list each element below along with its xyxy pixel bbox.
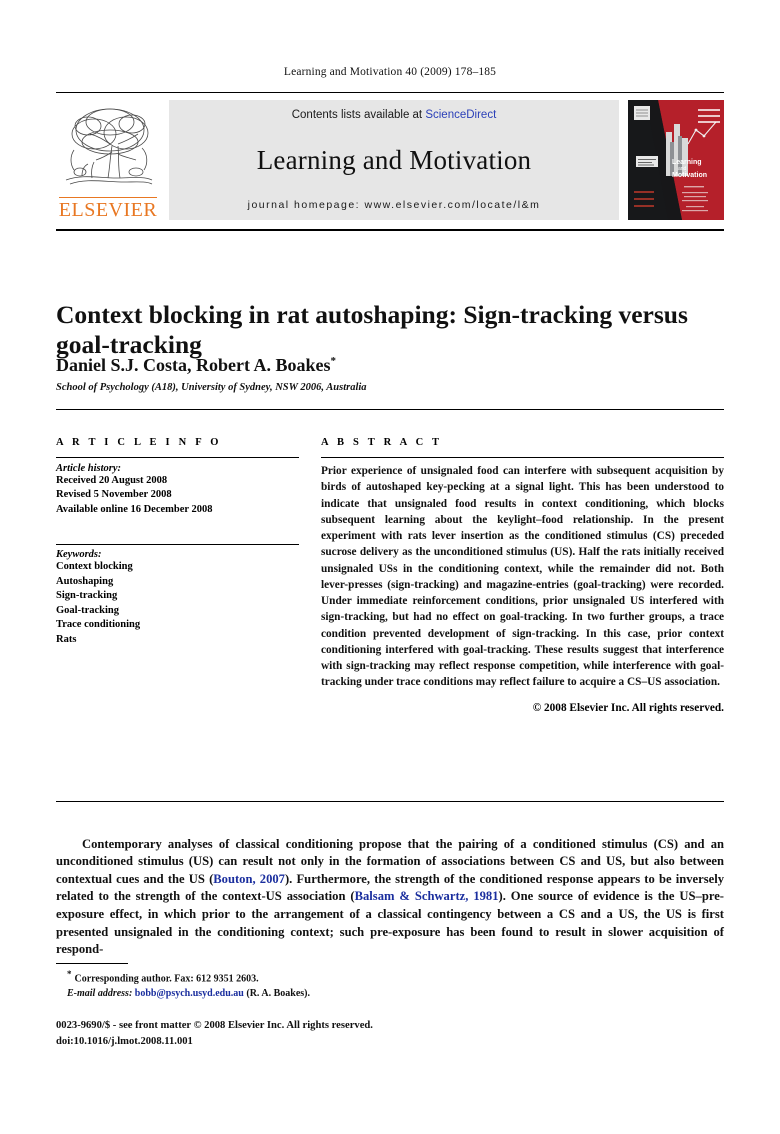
page-title: Context blocking in rat autoshaping: Sig… bbox=[56, 300, 688, 360]
article-history-revised: Revised 5 November 2008 bbox=[56, 489, 172, 501]
abstract-column: A B S T R A C T Prior experience of unsi… bbox=[321, 437, 724, 714]
footnote-block: * Corresponding author. Fax: 612 9351 260… bbox=[56, 968, 556, 1001]
keyword-item: Sign-tracking bbox=[56, 590, 118, 602]
contents-available-line: Contents lists available at ScienceDirec… bbox=[292, 109, 497, 121]
journal-title-band: Contents lists available at ScienceDirec… bbox=[169, 100, 619, 220]
info-section-top-rule bbox=[56, 409, 724, 410]
email-note: E-mail address: bobb@psych.usyd.edu.au (… bbox=[56, 987, 556, 1002]
journal-masthead: ELSEVIER Contents lists available at Sci… bbox=[56, 92, 724, 231]
keywords-label: Keywords: bbox=[56, 549, 102, 561]
column-gap bbox=[299, 437, 321, 714]
footnote-rule bbox=[56, 963, 128, 964]
keyword-item: Rats bbox=[56, 633, 77, 645]
keyword-item: Autoshaping bbox=[56, 575, 114, 587]
doi-line[interactable]: doi:10.1016/j.lmot.2008.11.001 bbox=[56, 1034, 556, 1050]
masthead-bottom-rule bbox=[56, 229, 724, 231]
article-info-rule bbox=[56, 457, 299, 458]
info-abstract-columns: A R T I C L E I N F O Article history: R… bbox=[56, 437, 724, 714]
journal-cover-block: Learning and Motivation bbox=[628, 100, 724, 220]
svg-text:Motivation: Motivation bbox=[672, 172, 707, 179]
email-label: E-mail address: bbox=[67, 987, 133, 999]
journal-cover-image: Learning and Motivation bbox=[628, 100, 724, 220]
body-paragraph: Contemporary analyses of classical condi… bbox=[56, 836, 724, 959]
journal-homepage-line[interactable]: journal homepage: www.elsevier.com/locat… bbox=[248, 199, 541, 211]
keyword-item: Context blocking bbox=[56, 561, 133, 573]
author-names: Daniel S.J. Costa, Robert A. Boakes bbox=[56, 355, 331, 375]
footnote-marker: * bbox=[67, 969, 72, 979]
citation-link-bouton[interactable]: Bouton, 2007 bbox=[213, 872, 285, 886]
elsevier-wordmark: ELSEVIER bbox=[58, 197, 158, 221]
paper-page: Learning and Motivation 40 (2009) 178–18… bbox=[0, 0, 780, 1134]
email-link[interactable]: bobb@psych.usyd.edu.au bbox=[135, 988, 244, 999]
keyword-item: Goal-tracking bbox=[56, 604, 119, 616]
colophon-block: 0023-9690/$ - see front matter © 2008 El… bbox=[56, 1018, 556, 1050]
abstract-heading: A B S T R A C T bbox=[321, 437, 443, 448]
elsevier-logo-block: ELSEVIER bbox=[56, 100, 160, 220]
keywords-rule bbox=[56, 544, 299, 546]
abstract-rule bbox=[321, 457, 724, 458]
journal-name: Learning and Motivation bbox=[256, 144, 532, 175]
abstract-copyright: © 2008 Elsevier Inc. All rights reserved… bbox=[532, 701, 724, 714]
abstract-bottom-rule bbox=[56, 801, 724, 802]
sciencedirect-link[interactable]: ScienceDirect bbox=[425, 109, 496, 121]
citation-link-balsam-schwartz[interactable]: Balsam & Schwartz, 1981 bbox=[355, 889, 499, 903]
article-info-column: A R T I C L E I N F O Article history: R… bbox=[56, 437, 299, 714]
elsevier-tree-icon bbox=[60, 100, 156, 196]
article-history-received: Received 20 August 2008 bbox=[56, 475, 168, 486]
contents-prefix-text: Contents lists available at bbox=[291, 109, 426, 121]
issn-line: 0023-9690/$ - see front matter © 2008 El… bbox=[56, 1020, 373, 1031]
article-info-heading: A R T I C L E I N F O bbox=[56, 437, 222, 448]
abstract-text: Prior experience of unsignaled food can … bbox=[321, 465, 724, 689]
masthead-top-rule bbox=[56, 92, 724, 93]
email-owner: (R. A. Boakes). bbox=[246, 987, 310, 999]
affiliation: School of Psychology (A18), University o… bbox=[56, 382, 367, 393]
author-list: Daniel S.J. Costa, Robert A. Boakes* bbox=[56, 355, 716, 376]
article-history-online: Available online 16 December 2008 bbox=[56, 503, 213, 515]
corresponding-author-marker: * bbox=[330, 355, 337, 367]
corresponding-author-text: Corresponding author. Fax: 612 9351 2603… bbox=[74, 973, 259, 985]
keyword-item: Trace conditioning bbox=[56, 619, 141, 631]
article-history-label: Article history: bbox=[56, 463, 122, 474]
running-head: Learning and Motivation 40 (2009) 178–18… bbox=[283, 66, 497, 78]
corresponding-author-note: * Corresponding author. Fax: 612 9351 260… bbox=[56, 968, 556, 987]
svg-text:Learning: Learning bbox=[672, 159, 702, 166]
